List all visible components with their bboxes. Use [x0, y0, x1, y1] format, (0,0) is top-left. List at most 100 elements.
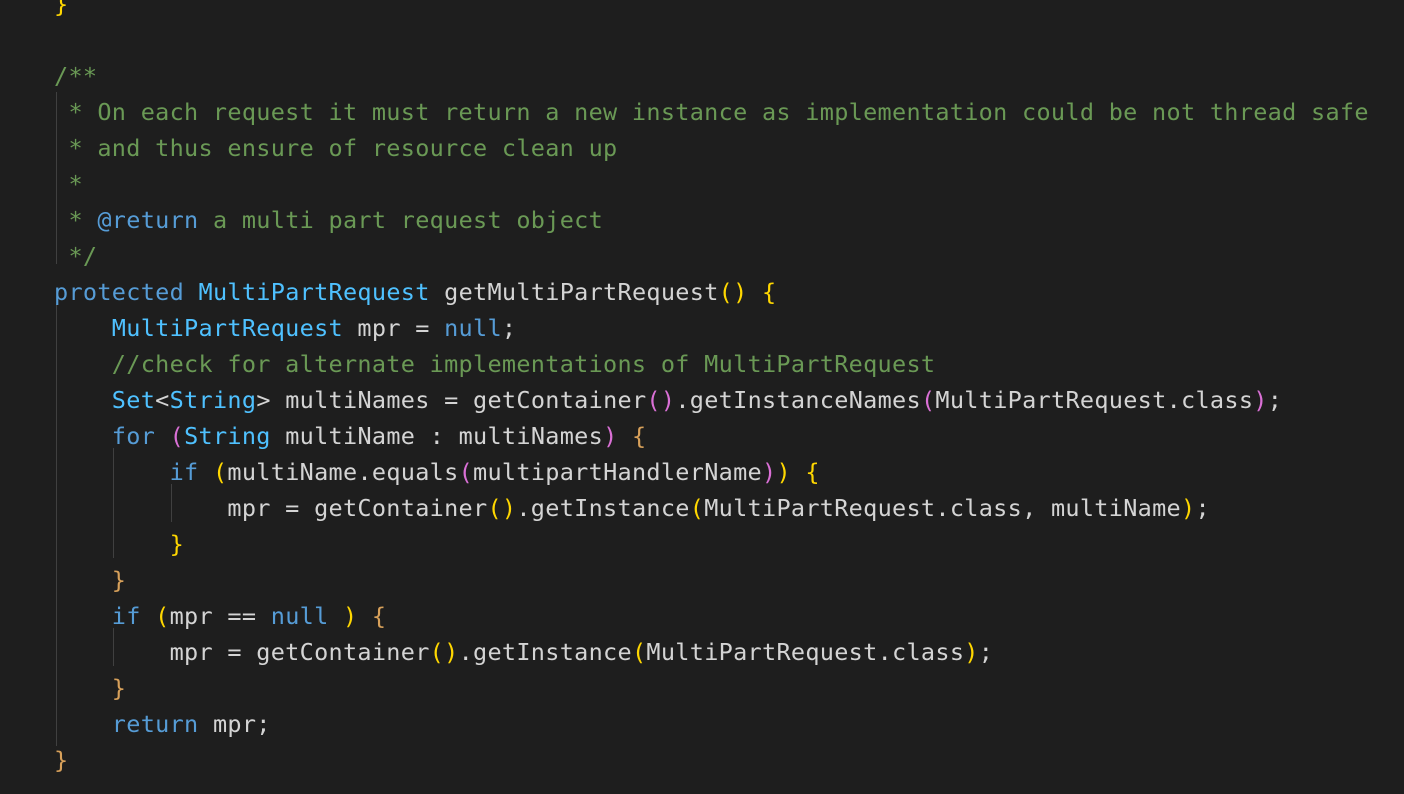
code-token: *: [54, 170, 83, 198]
code-token: */: [54, 242, 98, 270]
code-token: (: [169, 422, 185, 450]
code-token: (: [212, 458, 228, 486]
code-token: return: [111, 710, 199, 738]
code-token: @return: [97, 206, 199, 234]
code-token: ;: [1267, 386, 1283, 414]
code-token: String: [169, 386, 257, 414]
code-token: //check for alternate implementations of…: [111, 350, 936, 378]
code-line[interactable]: return mpr;: [54, 706, 271, 742]
code-token: {: [805, 458, 820, 486]
code-line[interactable]: if (multiName.equals(multipartHandlerNam…: [54, 454, 820, 490]
code-token: (): [429, 638, 459, 666]
code-token: MultiPartRequest: [111, 314, 343, 342]
code-token: multiName : multiNames: [270, 422, 604, 450]
code-token: .getInstance: [458, 638, 632, 666]
code-line[interactable]: }: [54, 0, 68, 22]
code-token: }: [111, 566, 127, 594]
code-line[interactable]: }: [54, 670, 126, 706]
code-token: null: [270, 602, 329, 630]
code-token: (: [458, 458, 474, 486]
code-line[interactable]: * @return a multi part request object: [54, 202, 603, 238]
code-token: (: [631, 638, 647, 666]
code-token: Set: [111, 386, 156, 414]
code-line[interactable]: * and thus ensure of resource clean up: [54, 130, 617, 166]
code-token: (): [646, 386, 676, 414]
code-line[interactable]: for (String multiName : multiNames) {: [54, 418, 646, 454]
code-token: /**: [54, 62, 98, 90]
code-token: if: [169, 458, 199, 486]
code-line[interactable]: */: [54, 238, 97, 274]
code-token: }: [54, 0, 69, 18]
code-line[interactable]: //check for alternate implementations of…: [54, 346, 935, 382]
code-token: * and thus ensure of resource clean up: [54, 134, 618, 162]
code-token: MultiPartRequest.class: [646, 638, 965, 666]
code-token: > multiNames = getContainer: [256, 386, 647, 414]
code-line[interactable]: }: [54, 742, 68, 778]
code-token: (): [487, 494, 517, 522]
code-line[interactable]: }: [54, 562, 126, 598]
code-token: mpr =: [342, 314, 445, 342]
code-line[interactable]: if (mpr == null ) {: [54, 598, 386, 634]
code-token: for: [111, 422, 156, 450]
code-token: (): [718, 278, 748, 306]
code-token: String: [184, 422, 271, 450]
code-token: {: [371, 602, 387, 630]
code-token: ;: [978, 638, 994, 666]
code-token: ): [1253, 386, 1268, 414]
code-line[interactable]: }: [54, 526, 184, 562]
code-token: mpr;: [198, 710, 271, 738]
code-token: ): [762, 458, 777, 486]
code-token: MultiPartRequest.class, multiName: [704, 494, 1181, 522]
code-token: MultiPartRequest.class: [935, 386, 1254, 414]
code-line[interactable]: *: [54, 166, 83, 202]
code-line[interactable]: * On each request it must return a new i…: [54, 94, 1369, 130]
code-token: mpr = getContainer: [54, 638, 430, 666]
code-token: mpr ==: [169, 602, 271, 630]
code-token: multipartHandlerName: [473, 458, 762, 486]
code-token: .getInstanceNames: [675, 386, 921, 414]
code-token: }: [111, 674, 127, 702]
code-token: mpr = getContainer: [54, 494, 488, 522]
code-token: }: [54, 746, 69, 774]
code-line[interactable]: mpr = getContainer().getInstance(MultiPa…: [54, 490, 1210, 526]
code-token: ): [1181, 494, 1196, 522]
code-token: {: [631, 422, 647, 450]
code-token: * On each request it must return a new i…: [54, 98, 1369, 126]
code-token: null: [444, 314, 502, 342]
code-token: <: [155, 386, 170, 414]
code-editor[interactable]: } /** * On each request it must return a …: [0, 0, 1404, 794]
code-token: a multi part request object: [198, 206, 604, 234]
code-line[interactable]: protected MultiPartRequest getMultiPartR…: [54, 274, 776, 310]
code-token: ): [776, 458, 791, 486]
code-token: }: [169, 530, 185, 558]
code-line[interactable]: /**: [54, 58, 97, 94]
code-line[interactable]: Set<String> multiNames = getContainer().…: [54, 382, 1282, 418]
code-line[interactable]: mpr = getContainer().getInstance(MultiPa…: [54, 634, 993, 670]
code-token: getMultiPartRequest: [444, 278, 719, 306]
code-token: ;: [501, 314, 517, 342]
code-token: *: [54, 206, 98, 234]
code-token: multiName.equals: [227, 458, 459, 486]
code-line[interactable]: MultiPartRequest mpr = null;: [54, 310, 516, 346]
code-token: ;: [1195, 494, 1210, 522]
code-token: ): [343, 602, 358, 630]
code-token: (: [920, 386, 936, 414]
code-token: ): [603, 422, 618, 450]
